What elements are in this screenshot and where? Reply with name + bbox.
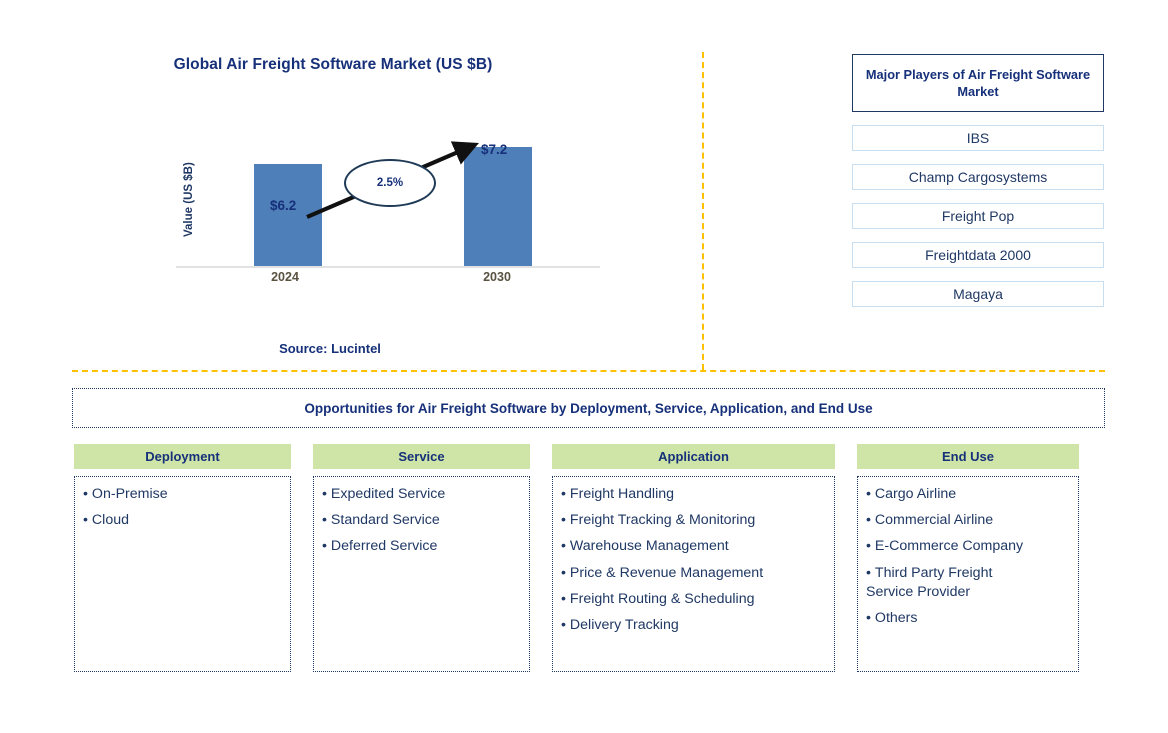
list-item-label: On-Premise [91,486,168,502]
column-body: • Expedited Service • Standard Service •… [313,476,530,672]
cagr-value: 2.5% [376,177,404,189]
list-item: • Third Party Freight Service Provider [866,564,1072,602]
column-body: • Freight Handling • Freight Tracking & … [552,476,835,672]
list-item: • Delivery Tracking [561,616,828,635]
list-item: • Deferred Service [322,537,523,556]
list-item-label: Freight Routing & Scheduling [569,590,755,607]
x-axis-line [176,266,600,268]
list-item: • Freight Routing & Scheduling [561,590,828,609]
bullet-glyph: • [561,512,570,529]
x-tick-label-2024: 2024 [271,270,299,284]
player-item[interactable]: Magaya [852,281,1104,307]
bullet-glyph: • [866,512,875,529]
column-service: Service • Expedited Service • Standard S… [313,444,530,672]
list-item-label: Commercial Airline [874,512,994,529]
list-item-label: E-Commerce Company [874,538,1024,555]
cagr-bubble: 2.5% [344,159,436,207]
major-players-panel: Major Players of Air Freight Software Ma… [852,54,1104,307]
player-item[interactable]: Freight Pop [852,203,1104,229]
list-item-label: Standard Service [330,512,440,529]
bullet-glyph: • [561,538,570,555]
x-tick-label-2030: 2030 [483,270,511,284]
bullet-glyph: • [322,538,331,555]
list-item: • E-Commerce Company [866,537,1072,556]
column-header: Deployment [74,444,291,469]
list-item: • Cloud [83,511,284,530]
player-item[interactable]: Freightdata 2000 [852,242,1104,268]
bullet-glyph: • [866,538,875,555]
list-item-label: Freight Handling [569,486,675,502]
opportunities-columns: Deployment • On-Premise • Cloud Service … [74,444,1079,672]
bullet-glyph: • [866,486,875,502]
list-item-label: Cloud [91,512,129,529]
bullet-glyph: • [83,512,92,529]
list-item-label: Cargo Airline [874,486,957,502]
list-item-label: Price & Revenue Management [569,564,764,581]
bullet-glyph: • [322,486,331,502]
bar-value-2030: $7.2 [481,142,508,157]
bullet-glyph: • [561,564,570,581]
list-item: • Cargo Airline [866,485,1072,504]
chart-title: Global Air Freight Software Market (US $… [173,56,493,73]
list-item: • Freight Tracking & Monitoring [561,511,828,530]
bullet-glyph: • [561,590,570,607]
list-item: • Freight Handling [561,485,828,504]
bullet-glyph: • [322,512,331,529]
list-item: • Commercial Airline [866,511,1072,530]
source-note: Source: Lucintel [279,341,381,356]
horizontal-divider [72,370,1105,372]
vertical-divider [702,52,704,370]
player-item[interactable]: Champ Cargosystems [852,164,1104,190]
list-item-label: Freight Tracking & Monitoring [569,512,756,529]
bullet-glyph: • [866,609,875,626]
bullet-glyph: • [561,616,570,633]
column-deployment: Deployment • On-Premise • Cloud [74,444,291,672]
column-body: • Cargo Airline • Commercial Airline • E… [857,476,1079,672]
bar-2024 [254,164,322,268]
list-item: • Price & Revenue Management [561,564,828,583]
list-item-label: Deferred Service [330,538,438,555]
column-end-use: End Use • Cargo Airline • Commercial Air… [857,444,1079,672]
list-item-label: Expedited Service [330,486,446,502]
infographic-page: Global Air Freight Software Market (US $… [0,0,1168,733]
major-players-header: Major Players of Air Freight Software Ma… [852,54,1104,112]
list-item: • Others [866,609,1072,628]
list-item: • Warehouse Management [561,537,828,556]
list-item-label: Third Party Freight Service Provider [866,564,993,600]
list-item-label: Delivery Tracking [569,616,679,633]
list-item-label: Warehouse Management [569,538,729,555]
list-item: • Standard Service [322,511,523,530]
column-header: Application [552,444,835,469]
column-body: • On-Premise • Cloud [74,476,291,672]
list-item: • Expedited Service [322,485,523,504]
player-item[interactable]: IBS [852,125,1104,151]
bullet-glyph: • [83,486,92,502]
bullet-glyph: • [866,564,875,581]
list-item-label: Others [874,609,918,626]
market-chart-panel: Global Air Freight Software Market (US $… [0,0,702,370]
bar-2030 [464,147,532,268]
column-header: Service [313,444,530,469]
bullet-glyph: • [561,486,570,502]
bar-value-2024: $6.2 [270,198,297,213]
opportunities-banner: Opportunities for Air Freight Software b… [72,388,1105,428]
list-item: • On-Premise [83,485,284,504]
column-header: End Use [857,444,1079,469]
column-application: Application • Freight Handling • Freight… [552,444,835,672]
